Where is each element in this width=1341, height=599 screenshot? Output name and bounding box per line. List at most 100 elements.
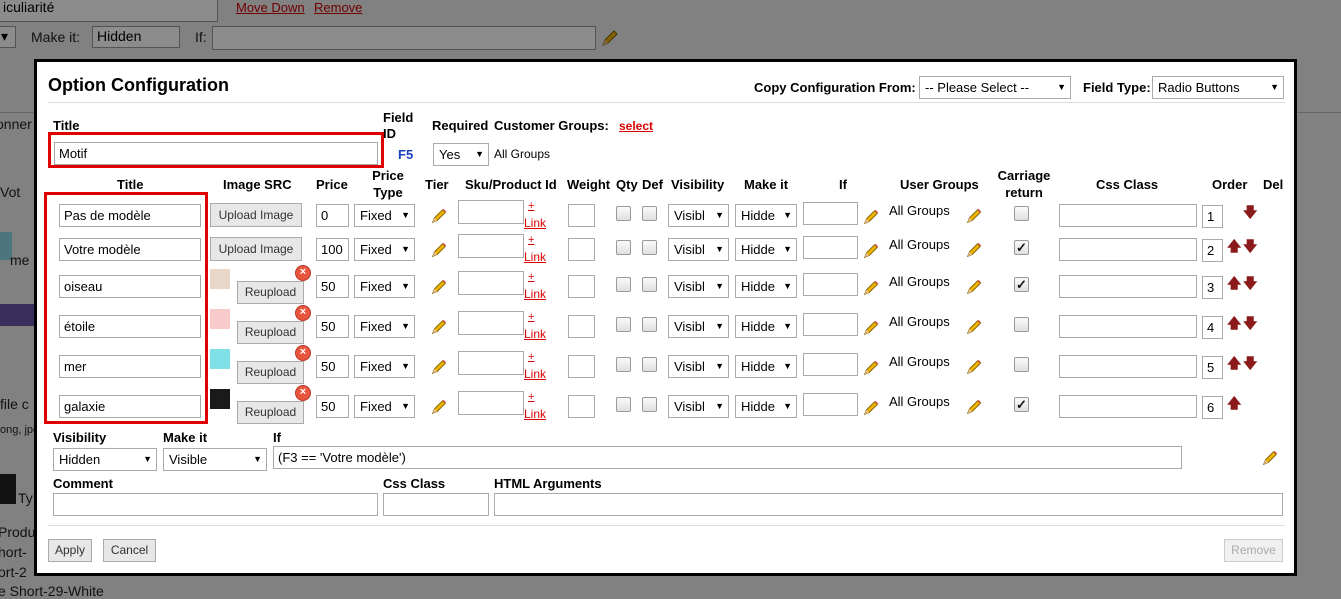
price-type-select[interactable]: Fixed [354,204,415,227]
def-checkbox[interactable] [642,240,657,255]
pencil-icon[interactable] [965,241,983,259]
pencil-icon[interactable] [430,318,448,336]
value-make-it-select[interactable]: Hidde [735,315,797,338]
pencil-icon[interactable] [862,208,880,226]
sku-input[interactable] [458,200,524,224]
qty-checkbox[interactable] [616,397,631,412]
value-if-input[interactable] [803,353,858,376]
move-up-arrow-icon[interactable]: 🡅 [1227,356,1241,370]
link-product-link[interactable]: Link [524,407,546,421]
link-plus[interactable]: + [528,351,534,363]
pencil-icon[interactable] [430,398,448,416]
def-checkbox[interactable] [642,206,657,221]
def-checkbox[interactable] [642,357,657,372]
price-type-select[interactable]: Fixed [354,315,415,338]
order-input[interactable]: 6 [1202,396,1223,419]
value-title-input[interactable]: oiseau [59,275,201,298]
value-make-it-select[interactable]: Hidde [735,204,797,227]
pencil-icon[interactable] [965,207,983,225]
apply-button[interactable]: Apply [48,539,92,562]
copy-config-select[interactable]: -- Please Select -- [919,76,1071,99]
value-visibility-select[interactable]: Visibl [668,395,729,418]
move-up-arrow-icon[interactable]: 🡅 [1227,316,1241,330]
def-checkbox[interactable] [642,277,657,292]
move-down-arrow-icon[interactable]: 🡇 [1243,205,1257,219]
sku-input[interactable] [458,311,524,335]
link-plus[interactable]: + [528,391,534,403]
value-css-class-input[interactable] [1059,275,1197,298]
move-down-arrow-icon[interactable]: 🡇 [1243,316,1257,330]
price-input[interactable]: 50 [316,355,349,378]
price-input[interactable]: 50 [316,315,349,338]
link-product-link[interactable]: Link [524,327,546,341]
price-input[interactable]: 100 [316,238,349,261]
value-css-class-input[interactable] [1059,355,1197,378]
value-css-class-input[interactable] [1059,204,1197,227]
weight-input[interactable] [568,238,595,261]
price-input[interactable]: 50 [316,275,349,298]
qty-checkbox[interactable] [616,240,631,255]
value-visibility-select[interactable]: Visibl [668,355,729,378]
price-input[interactable]: 50 [316,395,349,418]
link-plus[interactable]: + [528,311,534,323]
value-make-it-select[interactable]: Hidde [735,395,797,418]
reupload-button[interactable]: Reupload [237,281,304,304]
value-title-input[interactable]: Pas de modèle [59,204,201,227]
link-product-link[interactable]: Link [524,287,546,301]
order-input[interactable]: 2 [1202,239,1223,262]
value-make-it-select[interactable]: Hidde [735,238,797,261]
def-checkbox[interactable] [642,397,657,412]
pencil-icon[interactable] [1261,449,1279,467]
value-css-class-input[interactable] [1059,395,1197,418]
remove-image-icon[interactable]: × [295,265,311,281]
weight-input[interactable] [568,395,595,418]
reupload-button[interactable]: Reupload [237,321,304,344]
qty-checkbox[interactable] [616,206,631,221]
move-up-arrow-icon[interactable]: 🡅 [1227,239,1241,253]
link-product-link[interactable]: Link [524,216,546,230]
price-type-select[interactable]: Fixed [354,238,415,261]
upload-image-button[interactable]: Upload Image [210,203,302,227]
qty-checkbox[interactable] [616,357,631,372]
carriage-return-checkbox[interactable] [1014,357,1029,372]
move-up-arrow-icon[interactable]: 🡅 [1227,276,1241,290]
weight-input[interactable] [568,275,595,298]
cancel-button[interactable]: Cancel [103,539,156,562]
carriage-return-checkbox[interactable]: ✓ [1014,240,1029,255]
value-title-input[interactable]: Votre modèle [59,238,201,261]
carriage-return-checkbox[interactable] [1014,206,1029,221]
move-up-arrow-icon[interactable]: 🡅 [1227,396,1241,410]
value-if-input[interactable] [803,273,858,296]
order-input[interactable]: 4 [1202,316,1223,339]
qty-checkbox[interactable] [616,317,631,332]
price-type-select[interactable]: Fixed [354,395,415,418]
link-plus[interactable]: + [528,271,534,283]
pencil-icon[interactable] [862,399,880,417]
weight-input[interactable] [568,355,595,378]
value-visibility-select[interactable]: Visibl [668,315,729,338]
qty-checkbox[interactable] [616,277,631,292]
required-select[interactable]: Yes [433,143,489,166]
pencil-icon[interactable] [862,279,880,297]
carriage-return-checkbox[interactable]: ✓ [1014,277,1029,292]
value-visibility-select[interactable]: Visibl [668,275,729,298]
css-class-input[interactable] [383,493,489,516]
pencil-icon[interactable] [862,359,880,377]
carriage-return-checkbox[interactable]: ✓ [1014,397,1029,412]
def-checkbox[interactable] [642,317,657,332]
value-css-class-input[interactable] [1059,315,1197,338]
upload-image-button[interactable]: Upload Image [210,237,302,261]
price-type-select[interactable]: Fixed [354,275,415,298]
order-input[interactable]: 1 [1202,205,1223,228]
remove-image-icon[interactable]: × [295,385,311,401]
pencil-icon[interactable] [430,241,448,259]
value-if-input[interactable] [803,202,858,225]
value-title-input[interactable]: mer [59,355,201,378]
value-title-input[interactable]: galaxie [59,395,201,418]
html-args-input[interactable] [494,493,1283,516]
pencil-icon[interactable] [965,278,983,296]
move-down-arrow-icon[interactable]: 🡇 [1243,356,1257,370]
comment-input[interactable] [53,493,378,516]
value-if-input[interactable] [803,393,858,416]
if-input[interactable]: (F3 == 'Votre modèle') [273,446,1182,469]
